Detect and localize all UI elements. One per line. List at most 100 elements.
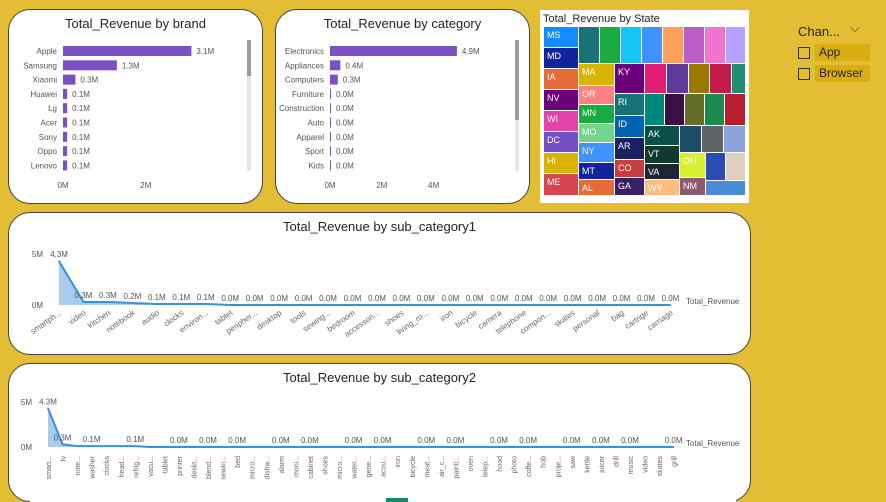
data-point[interactable] [367, 446, 369, 448]
data-point[interactable] [323, 446, 326, 448]
data-point[interactable] [454, 446, 457, 448]
brand-bar[interactable] [63, 103, 68, 114]
data-point[interactable] [47, 407, 49, 410]
data-point[interactable] [207, 446, 209, 448]
category-bar[interactable] [330, 103, 331, 114]
treemap-cell[interactable]: AK [645, 126, 679, 145]
data-point[interactable] [250, 446, 253, 448]
treemap-cell[interactable] [732, 64, 745, 93]
treemap-cell[interactable]: OH [680, 153, 705, 177]
data-point[interactable] [61, 443, 64, 446]
category-bar[interactable] [330, 131, 331, 142]
treemap-cell[interactable]: DC [544, 132, 578, 152]
treemap-cell[interactable]: AL [579, 180, 614, 195]
brand-scrollbar[interactable] [247, 40, 251, 171]
data-point[interactable] [474, 304, 476, 306]
treemap-cell[interactable]: GA [615, 178, 644, 195]
data-point[interactable] [163, 446, 166, 448]
data-point[interactable] [294, 446, 297, 448]
data-point[interactable] [556, 446, 559, 448]
data-point[interactable] [265, 446, 268, 448]
brand-bar[interactable] [63, 117, 68, 128]
data-point[interactable] [410, 446, 413, 448]
data-point[interactable] [585, 446, 588, 448]
chevron-down-icon[interactable]: ⌵ [850, 20, 860, 36]
data-point[interactable] [351, 304, 354, 306]
treemap-cell[interactable]: OR [579, 86, 614, 104]
category-bar[interactable] [330, 117, 331, 128]
treemap-cell[interactable] [600, 27, 620, 63]
data-point[interactable] [156, 303, 158, 305]
brand-bar[interactable] [63, 46, 192, 56]
data-point[interactable] [512, 446, 515, 448]
data-point[interactable] [178, 446, 180, 448]
data-point[interactable] [58, 260, 60, 262]
data-point[interactable] [229, 304, 232, 306]
treemap-cell[interactable] [684, 27, 704, 63]
data-point[interactable] [440, 446, 442, 448]
category-bar[interactable] [330, 46, 457, 56]
data-point[interactable] [352, 446, 355, 448]
treemap-cell[interactable]: NV [544, 90, 578, 110]
treemap-cell[interactable] [726, 27, 745, 63]
treemap-cell[interactable] [685, 94, 704, 125]
category-bar[interactable] [330, 74, 338, 85]
brand-bar[interactable] [63, 74, 76, 85]
checkbox[interactable] [798, 68, 810, 80]
data-point[interactable] [278, 304, 280, 306]
data-point[interactable] [596, 304, 598, 306]
data-point[interactable] [221, 446, 224, 448]
treemap-cell[interactable]: MS [544, 27, 578, 47]
brand-bar[interactable] [63, 88, 68, 99]
category-bar[interactable] [330, 160, 331, 171]
brand-bar[interactable] [63, 131, 68, 142]
treemap-cell[interactable]: WI [544, 111, 578, 131]
data-point[interactable] [629, 446, 631, 448]
treemap-cell[interactable]: MA [579, 64, 614, 85]
data-point[interactable] [253, 304, 256, 306]
data-point[interactable] [327, 304, 329, 306]
data-point[interactable] [236, 446, 238, 448]
data-point[interactable] [302, 304, 305, 306]
treemap-cell[interactable]: MD [544, 48, 578, 68]
treemap-cell[interactable] [689, 64, 709, 93]
treemap-cell[interactable]: KY [615, 64, 644, 93]
data-point[interactable] [469, 446, 471, 448]
brand-bar[interactable] [63, 60, 117, 71]
treemap-cell[interactable] [645, 64, 666, 93]
data-point[interactable] [376, 304, 378, 306]
treemap-cell[interactable] [621, 27, 641, 63]
treemap-cell[interactable]: VT [645, 146, 679, 163]
treemap-cell[interactable] [579, 27, 599, 63]
category-bar[interactable] [330, 146, 331, 157]
treemap-cell[interactable]: NM [680, 178, 705, 195]
data-point[interactable] [309, 446, 311, 448]
data-point[interactable] [483, 446, 486, 448]
checkbox[interactable] [798, 47, 810, 59]
data-point[interactable] [82, 301, 85, 303]
treemap-cell[interactable]: RI [615, 94, 644, 115]
data-point[interactable] [425, 446, 428, 448]
treemap-cell[interactable] [710, 64, 731, 93]
treemap-cell[interactable] [645, 94, 664, 125]
data-point[interactable] [338, 446, 340, 448]
treemap-cell[interactable]: MO [579, 124, 614, 142]
slicer-item-app[interactable]: App [796, 44, 870, 61]
treemap-cell[interactable]: HI [544, 153, 578, 173]
data-point[interactable] [522, 304, 525, 306]
treemap-cell[interactable] [706, 181, 745, 195]
treemap-cell[interactable]: ME [544, 174, 578, 195]
treemap-cell[interactable]: ID [615, 116, 644, 137]
data-point[interactable] [381, 446, 384, 448]
data-point[interactable] [614, 446, 617, 448]
treemap-cell[interactable]: MT [579, 163, 614, 179]
treemap-cell[interactable] [680, 126, 701, 152]
treemap-cell[interactable] [665, 94, 684, 125]
data-point[interactable] [149, 446, 151, 448]
data-point[interactable] [105, 445, 107, 447]
treemap-cell[interactable] [726, 153, 745, 180]
treemap-cell[interactable] [706, 153, 725, 180]
treemap-cell[interactable]: CO [615, 160, 644, 177]
data-point[interactable] [571, 304, 574, 306]
treemap-cell[interactable] [725, 94, 745, 125]
